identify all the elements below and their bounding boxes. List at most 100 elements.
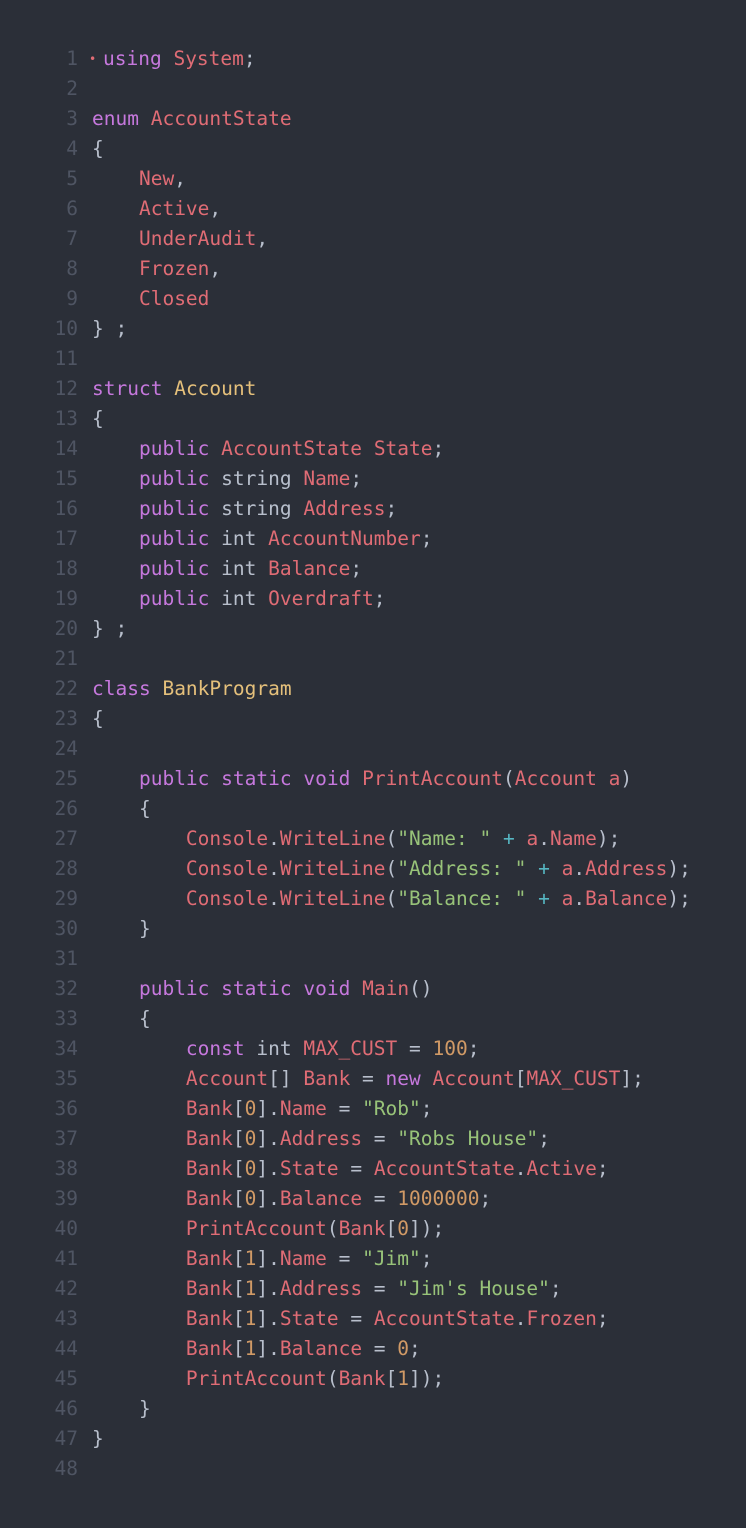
code-token: {: [92, 137, 104, 160]
code-text: Console.WriteLine("Balance: " + a.Balanc…: [92, 884, 691, 914]
code-line[interactable]: 12 struct Account: [0, 374, 746, 404]
code-line[interactable]: 13 {: [0, 404, 746, 434]
code-token: ;: [350, 467, 363, 490]
code-line[interactable]: 47}: [0, 1424, 746, 1454]
code-text: public static void PrintAccount(Account …: [92, 764, 632, 794]
line-number: 45: [54, 1367, 78, 1390]
code-token: AccountNumber: [268, 527, 421, 550]
code-token: ): [620, 767, 633, 790]
line-number: 5: [66, 167, 78, 190]
code-line[interactable]: 5 New,: [0, 164, 746, 194]
code-line[interactable]: 14 public AccountState State;: [0, 434, 746, 464]
code-token: ;: [596, 1157, 609, 1180]
code-text: {: [92, 404, 104, 434]
code-line[interactable]: 40 PrintAccount(Bank[0]);: [0, 1214, 746, 1244]
code-line[interactable]: 28 Console.WriteLine("Address: " + a.Add…: [0, 854, 746, 884]
code-line[interactable]: 8 Frozen,: [0, 254, 746, 284]
code-line[interactable]: 38 Bank[0].State = AccountState.Active;: [0, 1154, 746, 1184]
code-line[interactable]: 37 Bank[0].Address = "Robs House";: [0, 1124, 746, 1154]
line-number: 25: [54, 767, 78, 790]
code-token: .: [573, 887, 586, 910]
code-line[interactable]: 2: [0, 74, 746, 104]
code-line[interactable]: 33 {: [0, 1004, 746, 1034]
code-token: Bank: [338, 1367, 386, 1390]
code-line[interactable]: 3 enum AccountState: [0, 104, 746, 134]
code-token: Bank: [185, 1337, 233, 1360]
code-line[interactable]: 45 PrintAccount(Bank[1]);: [0, 1364, 746, 1394]
code-line[interactable]: 11: [0, 344, 746, 374]
code-token: {: [92, 707, 104, 730]
code-token: =: [326, 1247, 363, 1270]
code-line[interactable]: 23 {: [0, 704, 746, 734]
code-text: enum AccountState: [92, 104, 292, 134]
code-text: }: [92, 1424, 104, 1454]
code-token: UnderAudit: [138, 227, 257, 250]
code-token: State: [373, 437, 433, 460]
code-token: ].: [256, 1277, 280, 1300]
code-token: "Robs House": [397, 1127, 539, 1150]
line-number: 27: [54, 827, 78, 850]
line-number: 1: [66, 47, 78, 70]
code-text: public string Address;: [92, 494, 397, 524]
code-line[interactable]: 39 Bank[0].Balance = 1000000;: [0, 1184, 746, 1214]
code-token: AccountState: [221, 437, 363, 460]
code-line[interactable]: 26 {: [0, 794, 746, 824]
code-line[interactable]: 21: [0, 644, 746, 674]
code-line[interactable]: 41 Bank[1].Name = "Jim";: [0, 1244, 746, 1274]
code-line[interactable]: 35 Account[] Bank = new Account[MAX_CUST…: [0, 1064, 746, 1094]
code-line[interactable]: 15 public string Name;: [0, 464, 746, 494]
code-token: +: [502, 827, 515, 850]
code-line[interactable]: 25 public static void PrintAccount(Accou…: [0, 764, 746, 794]
code-line[interactable]: 31: [0, 944, 746, 974]
code-token: 1: [244, 1307, 257, 1330]
code-line[interactable]: 32 public static void Main(): [0, 974, 746, 1004]
code-line[interactable]: 19 public int Overdraft;: [0, 584, 746, 614]
code-line[interactable]: 9 Closed: [0, 284, 746, 314]
code-line[interactable]: 18 public int Balance;: [0, 554, 746, 584]
code-text: Frozen,: [92, 254, 221, 284]
code-token: string: [209, 497, 304, 520]
code-line[interactable]: 17 public int AccountNumber;: [0, 524, 746, 554]
code-token: Address: [279, 1127, 363, 1150]
code-line[interactable]: 43 Bank[1].State = AccountState.Frozen;: [0, 1304, 746, 1334]
code-token: "Jim's House": [397, 1277, 550, 1300]
code-token: =: [338, 1157, 374, 1180]
code-token: static: [221, 977, 292, 1000]
code-token: [: [385, 1217, 398, 1240]
code-line[interactable]: 48: [0, 1454, 746, 1484]
code-token: ,: [174, 167, 186, 190]
code-token: Account: [514, 767, 597, 790]
code-text: PrintAccount(Bank[1]);: [92, 1364, 444, 1394]
code-text: {: [92, 704, 104, 734]
code-token: Balance: [585, 887, 668, 910]
code-line[interactable]: 20} ;: [0, 614, 746, 644]
code-line[interactable]: 36 Bank[0].Name = "Rob";: [0, 1094, 746, 1124]
code-line[interactable]: 10} ;: [0, 314, 746, 344]
code-line[interactable]: 4{: [0, 134, 746, 164]
code-token: ;: [467, 1037, 480, 1060]
code-editor[interactable]: 1 • using System; 2 3 enum AccountState 4{5 Ne…: [0, 44, 746, 1484]
code-line[interactable]: 44 Bank[1].Balance = 0;: [0, 1334, 746, 1364]
code-line[interactable]: 29 Console.WriteLine("Balance: " + a.Bal…: [0, 884, 746, 914]
code-token: Address: [279, 1277, 363, 1300]
code-token: Main: [362, 977, 410, 1000]
code-line[interactable]: 16 public string Address;: [0, 494, 746, 524]
code-token: WriteLine: [279, 857, 386, 880]
code-line[interactable]: 22 class BankProgram: [0, 674, 746, 704]
code-line[interactable]: 42 Bank[1].Address = "Jim's House";: [0, 1274, 746, 1304]
code-line[interactable]: 6 Active,: [0, 194, 746, 224]
code-line[interactable]: 7 UnderAudit,: [0, 224, 746, 254]
code-line[interactable]: 27 Console.WriteLine("Name: " + a.Name);: [0, 824, 746, 854]
code-line[interactable]: 24: [0, 734, 746, 764]
code-line[interactable]: 46 }: [0, 1394, 746, 1424]
code-line[interactable]: 34 const int MAX_CUST = 100;: [0, 1034, 746, 1064]
code-line[interactable]: 1 • using System;: [0, 44, 746, 74]
code-line[interactable]: 30 }: [0, 914, 746, 944]
